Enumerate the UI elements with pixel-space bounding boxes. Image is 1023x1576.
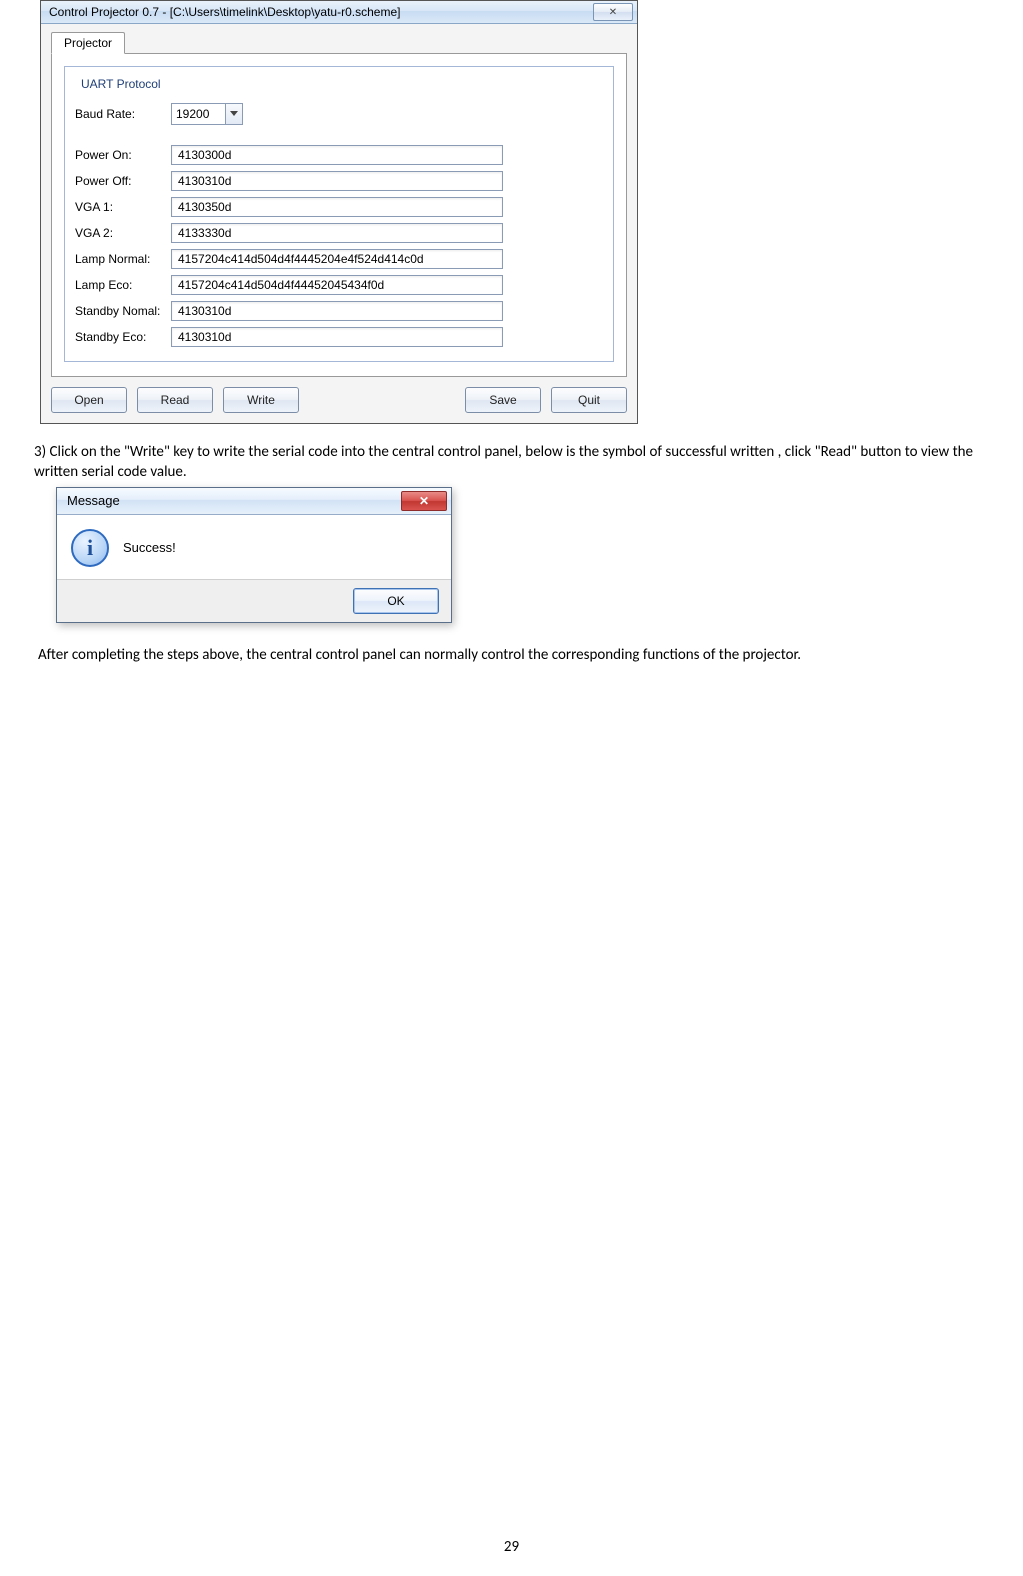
message-dialog: Message ✕ i Success! OK: [56, 487, 452, 623]
lamp-eco-input[interactable]: [171, 275, 503, 295]
tab-projector[interactable]: Projector: [51, 32, 125, 54]
client-area: Projector UART Protocol Baud Rate: 19200: [41, 24, 637, 423]
group-title: UART Protocol: [77, 77, 165, 91]
baud-select[interactable]: 19200: [171, 103, 243, 125]
tab-page: UART Protocol Baud Rate: 19200 Power On:: [51, 53, 627, 377]
field-row: Lamp Eco:: [75, 275, 603, 295]
field-label: VGA 2:: [75, 226, 171, 240]
power-on-input[interactable]: [171, 145, 503, 165]
field-row: Power Off:: [75, 171, 603, 191]
close-icon[interactable]: ✕: [593, 3, 633, 21]
page-number: 29: [0, 1538, 1023, 1556]
chevron-down-icon: [225, 104, 242, 124]
vga1-input[interactable]: [171, 197, 503, 217]
standby-normal-input[interactable]: [171, 301, 503, 321]
step-3-text: 3) Click on the "Write" key to write the…: [34, 442, 1019, 483]
field-label: Standby Eco:: [75, 330, 171, 344]
field-row: Standby Nomal:: [75, 301, 603, 321]
vga2-input[interactable]: [171, 223, 503, 243]
closing-text: After completing the steps above, the ce…: [38, 645, 998, 665]
message-titlebar[interactable]: Message ✕: [57, 488, 451, 515]
uart-groupbox: UART Protocol Baud Rate: 19200 Power On:: [64, 66, 614, 362]
save-button[interactable]: Save: [465, 387, 541, 413]
field-label: Standby Nomal:: [75, 304, 171, 318]
field-label: Power Off:: [75, 174, 171, 188]
standby-eco-input[interactable]: [171, 327, 503, 347]
info-icon: i: [71, 529, 109, 567]
projector-config-window: Control Projector 0.7 - [C:\Users\timeli…: [40, 0, 638, 424]
field-row: Standby Eco:: [75, 327, 603, 347]
titlebar[interactable]: Control Projector 0.7 - [C:\Users\timeli…: [41, 1, 637, 24]
field-row: VGA 1:: [75, 197, 603, 217]
field-label: VGA 1:: [75, 200, 171, 214]
close-icon[interactable]: ✕: [401, 491, 447, 511]
message-text: Success!: [123, 540, 176, 555]
write-button[interactable]: Write: [223, 387, 299, 413]
read-button[interactable]: Read: [137, 387, 213, 413]
open-button[interactable]: Open: [51, 387, 127, 413]
message-body: i Success!: [57, 515, 451, 579]
baud-row: Baud Rate: 19200: [75, 103, 603, 125]
message-title: Message: [67, 493, 401, 508]
field-label: Lamp Eco:: [75, 278, 171, 292]
quit-button[interactable]: Quit: [551, 387, 627, 413]
field-label: Power On:: [75, 148, 171, 162]
baud-label: Baud Rate:: [75, 107, 171, 121]
field-row: Lamp Normal:: [75, 249, 603, 269]
field-label: Lamp Normal:: [75, 252, 171, 266]
field-row: Power On:: [75, 145, 603, 165]
power-off-input[interactable]: [171, 171, 503, 191]
lamp-normal-input[interactable]: [171, 249, 503, 269]
button-bar: Open Read Write Save Quit: [51, 387, 627, 413]
tabstrip: Projector: [51, 32, 627, 54]
message-footer: OK: [57, 579, 451, 622]
ok-button[interactable]: OK: [353, 588, 439, 614]
field-row: VGA 2:: [75, 223, 603, 243]
window-title: Control Projector 0.7 - [C:\Users\timeli…: [49, 5, 591, 19]
baud-value: 19200: [176, 107, 209, 121]
